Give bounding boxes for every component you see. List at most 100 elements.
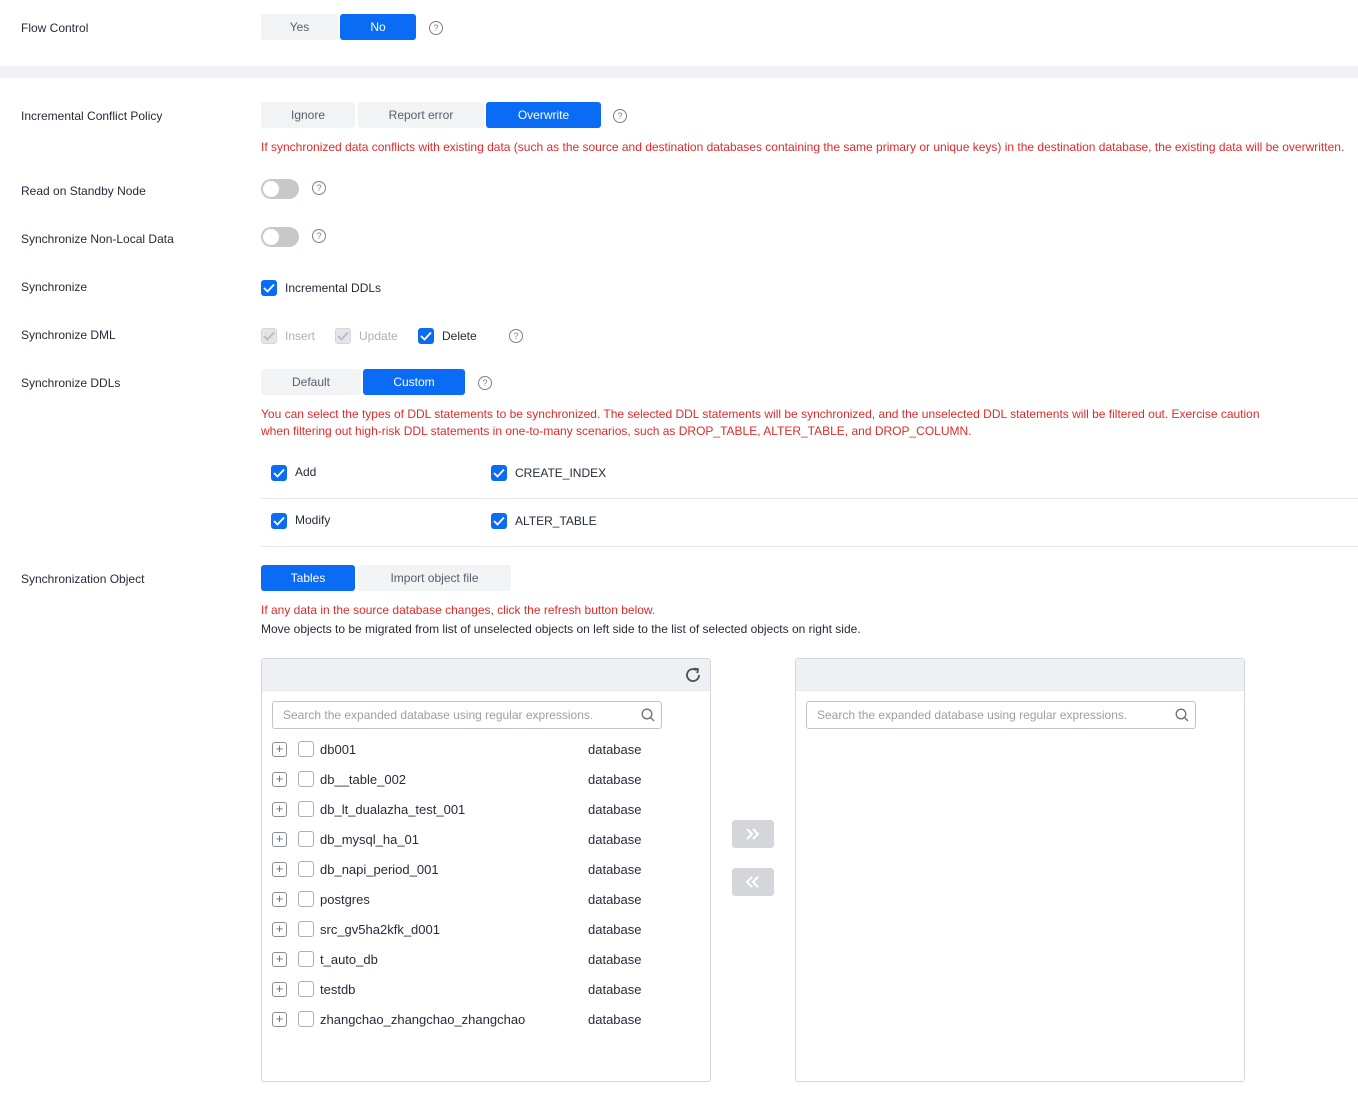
expand-icon[interactable]: +: [272, 922, 287, 937]
incremental-ddls-label: Incremental DDLs: [285, 281, 382, 295]
move-left-button[interactable]: [732, 868, 774, 896]
sync-nonlocal-label: Synchronize Non-Local Data: [21, 232, 174, 246]
row-checkbox[interactable]: [298, 801, 314, 817]
list-item[interactable]: + db_napi_period_001 database: [272, 855, 692, 885]
policy-ignore-button[interactable]: Ignore: [261, 102, 355, 128]
expand-icon[interactable]: +: [272, 802, 287, 817]
double-chevron-left-icon: [745, 876, 759, 888]
sync-object-note: Move objects to be migrated from list of…: [261, 622, 861, 636]
ddl-add-label: Add: [295, 465, 317, 479]
item-type: database: [588, 952, 642, 967]
list-item[interactable]: + db_lt_dualazha_test_001 database: [272, 795, 692, 825]
item-name: db_mysql_ha_01: [320, 832, 420, 847]
row-divider: [261, 546, 1358, 547]
row-checkbox[interactable]: [298, 981, 314, 997]
help-icon[interactable]: ?: [509, 329, 523, 343]
incremental-ddls-checkbox[interactable]: [261, 280, 277, 296]
help-icon[interactable]: ?: [613, 109, 627, 123]
ddl-create-index-label: CREATE_INDEX: [515, 466, 607, 480]
delete-checkbox[interactable]: [418, 328, 434, 344]
list-item[interactable]: + db_mysql_ha_01 database: [272, 825, 692, 855]
ddl-modify-label: Modify: [295, 513, 331, 527]
sync-nonlocal-toggle[interactable]: [261, 227, 299, 247]
refresh-icon[interactable]: [684, 666, 702, 684]
synchronize-label: Synchronize: [21, 280, 88, 294]
list-item[interactable]: + postgres database: [272, 885, 692, 915]
list-item[interactable]: + zhangchao_zhangchao_zhangchao database: [272, 1005, 692, 1035]
row-checkbox[interactable]: [298, 861, 314, 877]
sync-dml-label: Synchronize DML: [21, 328, 116, 342]
expand-icon[interactable]: +: [272, 892, 287, 907]
item-type: database: [588, 832, 642, 847]
row-checkbox[interactable]: [298, 921, 314, 937]
row-checkbox[interactable]: [298, 741, 314, 757]
flow-control-no-button[interactable]: No: [340, 14, 416, 40]
expand-icon[interactable]: +: [272, 1012, 287, 1027]
item-type: database: [588, 1012, 642, 1027]
ddls-default-button[interactable]: Default: [261, 369, 361, 395]
expand-icon[interactable]: +: [272, 982, 287, 997]
expand-icon[interactable]: +: [272, 952, 287, 967]
expand-icon[interactable]: +: [272, 772, 287, 787]
item-type: database: [588, 772, 642, 787]
help-icon[interactable]: ?: [478, 376, 492, 390]
import-object-file-button[interactable]: Import object file: [358, 565, 511, 591]
help-icon[interactable]: ?: [312, 229, 326, 243]
tables-tab-button[interactable]: Tables: [261, 565, 355, 591]
row-checkbox[interactable]: [298, 771, 314, 787]
item-type: database: [588, 922, 642, 937]
insert-checkbox[interactable]: [261, 328, 277, 344]
ddl-modify-checkbox[interactable]: [271, 513, 287, 529]
ddl-create-index-checkbox[interactable]: [491, 465, 507, 481]
row-checkbox[interactable]: [298, 891, 314, 907]
ddls-warning-line1: You can select the types of DDL statemen…: [261, 407, 1260, 421]
flow-control-yes-button[interactable]: Yes: [261, 14, 338, 40]
list-item[interactable]: + src_gv5ha2kfk_d001 database: [272, 915, 692, 945]
item-name: src_gv5ha2kfk_d001: [320, 922, 440, 937]
search-icon[interactable]: [1175, 708, 1189, 722]
policy-report-error-button[interactable]: Report error: [358, 102, 484, 128]
update-label: Update: [359, 329, 398, 343]
list-item[interactable]: + db001 database: [272, 735, 692, 765]
unselected-objects-panel: Search the expanded database using regul…: [261, 658, 711, 1082]
flow-control-label: Flow Control: [21, 21, 89, 35]
list-item[interactable]: + db__table_002 database: [272, 765, 692, 795]
row-checkbox[interactable]: [298, 831, 314, 847]
sync-ddls-label: Synchronize DDLs: [21, 376, 121, 390]
item-name: testdb: [320, 982, 356, 997]
item-name: db__table_002: [320, 772, 407, 787]
read-standby-label: Read on Standby Node: [21, 184, 146, 198]
row-divider: [261, 498, 1358, 499]
left-search-input[interactable]: Search the expanded database using regul…: [272, 701, 662, 729]
sync-object-label: Synchronization Object: [21, 572, 145, 586]
expand-icon[interactable]: +: [272, 742, 287, 757]
help-icon[interactable]: ?: [312, 181, 326, 195]
left-search-placeholder: Search the expanded database using regul…: [283, 708, 594, 722]
item-name: db_napi_period_001: [320, 862, 439, 877]
insert-label: Insert: [285, 329, 316, 343]
ddl-add-checkbox[interactable]: [271, 465, 287, 481]
item-name: postgres: [320, 892, 370, 907]
help-icon[interactable]: ?: [429, 21, 443, 35]
search-icon[interactable]: [641, 708, 655, 722]
row-checkbox[interactable]: [298, 951, 314, 967]
read-standby-toggle[interactable]: [261, 179, 299, 199]
item-type: database: [588, 982, 642, 997]
row-checkbox[interactable]: [298, 1011, 314, 1027]
section-divider: [0, 66, 1358, 78]
sync-object-warning: If any data in the source database chang…: [261, 603, 656, 617]
right-search-input[interactable]: Search the expanded database using regul…: [806, 701, 1196, 729]
list-item[interactable]: + t_auto_db database: [272, 945, 692, 975]
update-checkbox[interactable]: [335, 328, 351, 344]
policy-overwrite-button[interactable]: Overwrite: [486, 102, 601, 128]
ddls-custom-button[interactable]: Custom: [363, 369, 465, 395]
item-type: database: [588, 802, 642, 817]
expand-icon[interactable]: +: [272, 832, 287, 847]
conflict-policy-label: Incremental Conflict Policy: [21, 109, 163, 123]
expand-icon[interactable]: +: [272, 862, 287, 877]
double-chevron-right-icon: [746, 828, 760, 840]
list-item[interactable]: + testdb database: [272, 975, 692, 1005]
move-right-button[interactable]: [732, 820, 774, 848]
ddls-warning-line2: when filtering out high-risk DDL stateme…: [261, 424, 972, 438]
ddl-alter-table-checkbox[interactable]: [491, 513, 507, 529]
